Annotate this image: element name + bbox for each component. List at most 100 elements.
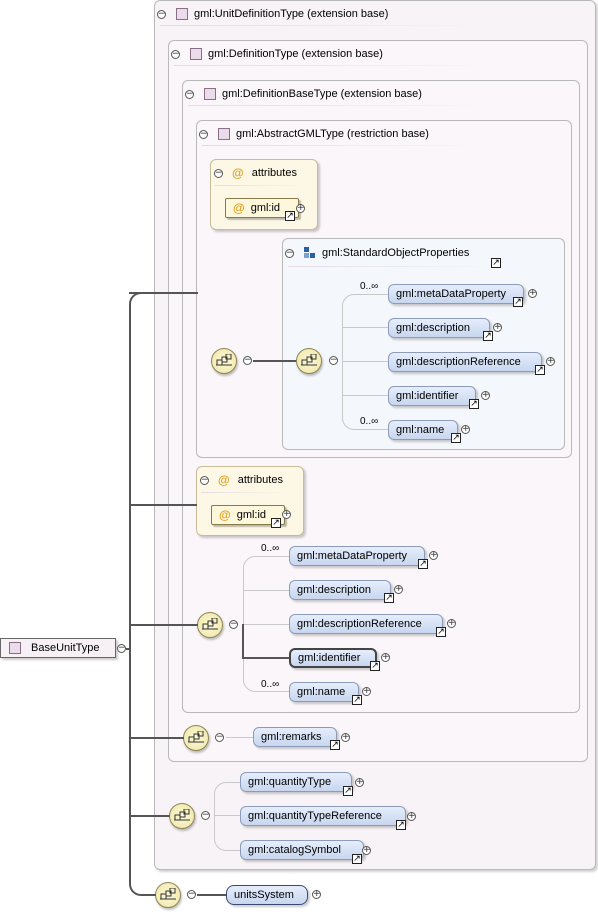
reference-arrow-icon[interactable]: ↗ (483, 331, 493, 341)
abstract-gml-type-header[interactable]: − gml:AbstractGMLType (restriction base) (199, 126, 429, 142)
trunk-line (129, 304, 131, 884)
root-type-node[interactable]: BaseUnitType (0, 638, 116, 658)
element-label: gml:description (297, 584, 371, 596)
collapse-icon[interactable]: − (185, 89, 194, 99)
reference-arrow-icon[interactable]: ↗ (384, 593, 394, 603)
reference-arrow-icon[interactable]: ↗ (513, 297, 523, 307)
reference-arrow-icon[interactable]: ↗ (396, 820, 406, 830)
unit-definition-type-header[interactable]: − gml:UnitDefinitionType (extension base… (157, 6, 388, 22)
sequence-compositor-icon[interactable] (183, 725, 209, 751)
element-description[interactable]: gml:description (289, 580, 391, 600)
attributes-header[interactable]: − @ attributes (200, 472, 283, 488)
expand-icon[interactable]: + (394, 585, 403, 594)
collapse-icon[interactable]: − (157, 9, 166, 19)
header-divider (215, 185, 305, 186)
definition-base-type-header[interactable]: − gml:DefinitionBaseType (extension base… (185, 86, 422, 102)
collapse-icon[interactable]: − (201, 811, 210, 820)
expand-icon[interactable]: + (296, 204, 305, 213)
collapse-icon[interactable]: − (243, 356, 252, 365)
connector-line (197, 894, 227, 896)
sequence-compositor-icon[interactable] (296, 348, 322, 374)
collapse-icon[interactable]: − (171, 49, 180, 59)
reference-arrow-icon[interactable]: ↗ (330, 740, 340, 750)
sequence-compositor-icon[interactable] (155, 882, 181, 908)
definition-type-label: gml:DefinitionType (extension base) (208, 48, 383, 60)
expand-icon[interactable]: + (282, 510, 291, 519)
expand-icon[interactable]: + (429, 551, 438, 560)
collapse-icon[interactable]: − (329, 356, 338, 365)
reference-arrow-icon[interactable]: ↗ (352, 854, 362, 864)
reference-arrow-icon[interactable]: ↗ (271, 518, 281, 528)
expand-icon[interactable]: + (493, 323, 502, 332)
element-meta-data-property[interactable]: gml:metaDataProperty (388, 284, 524, 304)
element-description-reference[interactable]: gml:descriptionReference (289, 614, 443, 634)
collapse-icon[interactable]: − (229, 620, 238, 629)
connector-line (129, 504, 197, 506)
element-name[interactable]: gml:name (289, 682, 359, 702)
expand-icon[interactable]: + (355, 778, 364, 787)
reference-arrow-icon[interactable]: ↗ (535, 365, 545, 375)
element-description-reference[interactable]: gml:descriptionReference (388, 352, 542, 372)
element-identifier[interactable]: gml:identifier (289, 648, 377, 668)
element-meta-data-property[interactable]: gml:metaDataProperty (289, 546, 425, 566)
branch-line (214, 815, 241, 851)
reference-arrow-icon[interactable]: ↗ (343, 786, 353, 796)
element-label: gml:remarks (261, 731, 322, 743)
collapse-icon[interactable]: − (215, 733, 224, 742)
cardinality-label: 0..∞ (360, 416, 379, 427)
collapse-icon[interactable]: − (199, 129, 208, 139)
definition-base-type-label: gml:DefinitionBaseType (extension base) (222, 88, 422, 100)
element-description[interactable]: gml:description (388, 318, 490, 338)
expand-icon[interactable]: + (381, 653, 390, 662)
expand-icon[interactable]: + (312, 890, 321, 899)
collapse-icon[interactable]: − (200, 475, 209, 485)
element-label: gml:descriptionReference (396, 356, 521, 368)
standard-object-properties-header[interactable]: − gml:StandardObjectProperties (285, 245, 469, 261)
attributes-header[interactable]: − @ attributes (214, 165, 297, 181)
reference-arrow-icon[interactable]: ↗ (352, 695, 362, 705)
abstract-gml-type-label: gml:AbstractGMLType (restriction base) (236, 128, 429, 140)
definition-type-header[interactable]: − gml:DefinitionType (extension base) (171, 46, 383, 62)
branch-line (342, 361, 390, 362)
reference-arrow-icon[interactable]: ↗ (451, 433, 461, 443)
element-label: gml:quantityTypeReference (248, 810, 382, 822)
element-label: gml:metaDataProperty (396, 288, 507, 300)
expand-icon[interactable]: + (362, 687, 371, 696)
root-type-label: BaseUnitType (31, 642, 100, 654)
complex-type-icon (204, 88, 216, 100)
branch-line (214, 782, 241, 816)
sequence-compositor-icon[interactable] (211, 348, 237, 374)
collapse-icon[interactable]: − (117, 644, 126, 653)
complex-type-icon (218, 128, 230, 140)
reference-arrow-icon[interactable]: ↗ (436, 627, 446, 637)
element-label: gml:identifier (298, 652, 361, 664)
collapse-icon[interactable]: − (285, 248, 294, 258)
element-units-system[interactable]: unitsSystem (226, 885, 308, 905)
element-name[interactable]: gml:name (388, 420, 458, 440)
collapse-icon[interactable]: − (187, 890, 196, 899)
expand-icon[interactable]: + (481, 391, 490, 400)
reference-arrow-icon[interactable]: ↗ (285, 211, 295, 221)
element-quantity-type[interactable]: gml:quantityType (240, 772, 352, 792)
reference-arrow-icon[interactable]: ↗ (370, 661, 380, 671)
expand-icon[interactable]: + (461, 425, 470, 434)
expand-icon[interactable]: + (447, 619, 456, 628)
reference-arrow-icon[interactable]: ↗ (469, 399, 479, 409)
expand-icon[interactable]: + (528, 289, 537, 298)
sequence-compositor-icon[interactable] (169, 803, 195, 829)
group-icon (304, 247, 316, 259)
element-remarks[interactable]: gml:remarks (253, 727, 337, 747)
element-identifier[interactable]: gml:identifier (388, 386, 476, 406)
reference-arrow-icon[interactable]: ↗ (418, 559, 428, 569)
connector-line (129, 815, 170, 817)
reference-arrow-icon[interactable]: ↗ (491, 258, 501, 268)
element-quantity-type-reference[interactable]: gml:quantityTypeReference (240, 806, 406, 826)
element-label: gml:metaDataProperty (297, 550, 408, 562)
sequence-compositor-icon[interactable] (197, 612, 223, 638)
expand-icon[interactable]: + (362, 846, 371, 855)
expand-icon[interactable]: + (407, 812, 416, 821)
expand-icon[interactable]: + (546, 357, 555, 366)
expand-icon[interactable]: + (341, 733, 350, 742)
collapse-icon[interactable]: − (214, 168, 223, 178)
element-catalog-symbol[interactable]: gml:catalogSymbol (240, 840, 364, 860)
